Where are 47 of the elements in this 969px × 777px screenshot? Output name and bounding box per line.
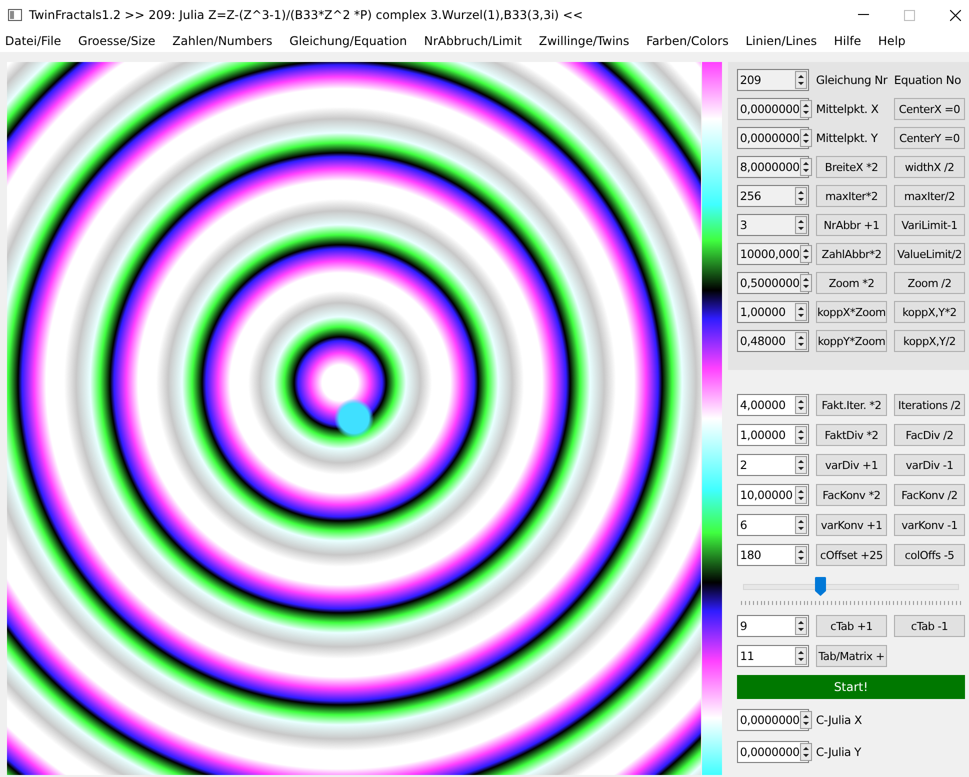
action-button[interactable]: Fakt.Iter. *2 bbox=[816, 394, 887, 416]
spin-box[interactable]: 10,00000 bbox=[737, 484, 809, 506]
menu-item[interactable]: Help bbox=[878, 34, 906, 48]
menu-item[interactable]: Gleichung/Equation bbox=[289, 34, 407, 48]
action-button[interactable]: varDiv -1 bbox=[894, 454, 965, 476]
spin-box[interactable]: 0,0000000 bbox=[737, 709, 809, 731]
spin-box[interactable]: 11 bbox=[737, 645, 809, 667]
start-button[interactable]: Start! bbox=[737, 675, 965, 699]
menu-item[interactable]: Datei/File bbox=[5, 34, 62, 48]
spin-box[interactable]: 0,0000000 bbox=[737, 741, 809, 763]
action-button[interactable]: cTab +1 bbox=[816, 615, 887, 637]
spin-box[interactable]: 4,00000 bbox=[737, 394, 809, 416]
spin-box[interactable]: 9 bbox=[737, 615, 809, 637]
spin-box[interactable]: 180 bbox=[737, 544, 809, 566]
spin-box[interactable]: 1,00000 bbox=[737, 424, 809, 446]
spin-box[interactable]: 2 bbox=[737, 454, 809, 476]
menu-item[interactable]: Hilfe bbox=[834, 34, 862, 48]
menu-item[interactable]: Groesse/Size bbox=[78, 34, 156, 48]
action-button[interactable]: Tab/Matrix + bbox=[816, 645, 887, 667]
app-icon bbox=[8, 9, 22, 21]
menu-item[interactable]: Zahlen/Numbers bbox=[172, 34, 272, 48]
field-label: Gleichung Nr bbox=[816, 73, 887, 87]
menu-item[interactable]: NrAbbruch/Limit bbox=[424, 34, 522, 48]
field-label: C-Julia Y bbox=[816, 745, 862, 759]
action-button[interactable]: colOffs -5 bbox=[894, 544, 965, 566]
slider-thumb[interactable] bbox=[815, 577, 826, 596]
menu-item[interactable]: Zwillinge/Twins bbox=[538, 34, 630, 48]
action-button[interactable]: cTab -1 bbox=[894, 615, 965, 637]
field-label: Mittelpkt. X bbox=[816, 102, 880, 116]
menu-item[interactable]: Linien/Lines bbox=[746, 34, 817, 48]
field-label: C-Julia X bbox=[816, 713, 863, 727]
action-button[interactable]: varKonv -1 bbox=[894, 514, 965, 536]
minimize-icon[interactable] bbox=[858, 14, 869, 16]
close-icon[interactable] bbox=[950, 10, 961, 20]
action-button[interactable]: FacDiv /2 bbox=[894, 424, 965, 446]
field-label: Equation No bbox=[894, 73, 962, 87]
action-button[interactable]: FaktDiv *2 bbox=[816, 424, 887, 446]
action-button[interactable]: FacKonv /2 bbox=[894, 484, 965, 506]
window-title: TwinFractals1.2 >> 209: Julia Z=Z-(Z^3-1)/(B33*Z^2 *P) complex 3.Wurzel(1),B33(3,3i) << bbox=[29, 8, 583, 22]
menu-item[interactable]: Farben/Colors bbox=[646, 34, 729, 48]
action-button[interactable]: cOffset +25 bbox=[816, 544, 887, 566]
action-button[interactable]: varKonv +1 bbox=[816, 514, 887, 536]
action-button[interactable]: FacKonv *2 bbox=[816, 484, 887, 506]
action-button[interactable]: varDiv +1 bbox=[816, 454, 887, 476]
spin-box[interactable]: 6 bbox=[737, 514, 809, 536]
action-button[interactable]: Iterations /2 bbox=[894, 394, 965, 416]
field-label: Mittelpkt. Y bbox=[816, 131, 879, 145]
